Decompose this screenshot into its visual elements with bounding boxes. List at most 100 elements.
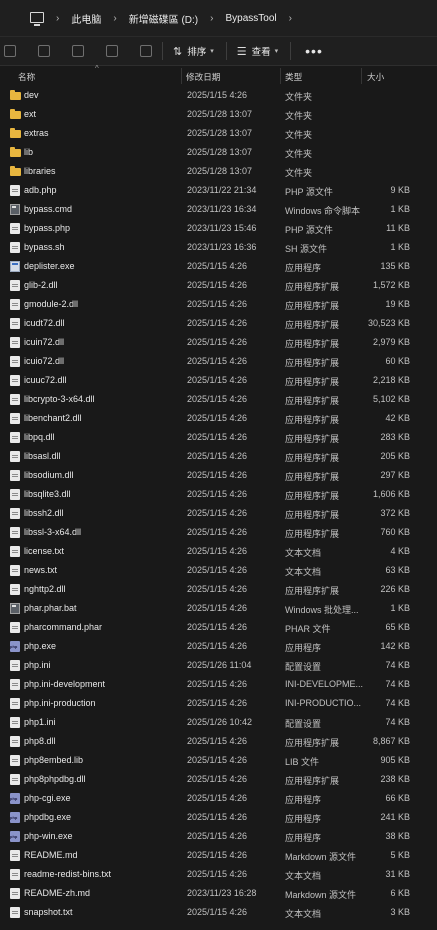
breadcrumb-this-pc[interactable]: 此电脑	[71, 11, 101, 26]
file-type: INI-DEVELOPME...	[285, 679, 364, 689]
file-row[interactable]: libcrypto-3-x64.dll 2025/1/15 4:26 应用程序扩展 5…	[0, 390, 437, 409]
column-header-date[interactable]: 修改日期	[186, 71, 220, 83]
file-row[interactable]: ext 2025/1/28 13:07 文件夹	[0, 105, 437, 124]
file-size: 31 KB	[385, 869, 410, 879]
column-resize-handle[interactable]	[181, 68, 182, 84]
file-date: 2025/1/15 4:26	[187, 280, 248, 290]
column-resize-handle[interactable]	[280, 68, 281, 84]
file-size: 372 KB	[380, 508, 410, 518]
file-row[interactable]: libsodium.dll 2025/1/15 4:26 应用程序扩展 297 KB	[0, 466, 437, 485]
file-row[interactable]: php8.dll 2025/1/15 4:26 应用程序扩展 8,867 KB	[0, 732, 437, 751]
file-row[interactable]: pharcommand.phar 2025/1/15 4:26 PHAR 文件 65 …	[0, 618, 437, 637]
file-row[interactable]: libssh2.dll 2025/1/15 4:26 应用程序扩展 372 KB	[0, 504, 437, 523]
file-date: 2025/1/28 13:07	[187, 109, 253, 119]
chevron-right-icon[interactable]: ›	[113, 13, 116, 24]
chevron-down-icon: ▾	[210, 48, 214, 55]
file-row[interactable]: icudt72.dll 2025/1/15 4:26 应用程序扩展 30,523 KB	[0, 314, 437, 333]
file-icon	[10, 660, 20, 671]
file-row[interactable]: libenchant2.dll 2025/1/15 4:26 应用程序扩展 42 KB	[0, 409, 437, 428]
file-row[interactable]: readme-redist-bins.txt 2025/1/15 4:26 文本文档…	[0, 865, 437, 884]
file-row[interactable]: adb.php 2023/11/22 21:34 PHP 源文件 9 KB	[0, 181, 437, 200]
file-icon	[10, 394, 20, 405]
file-row[interactable]: php.ini-development 2025/1/15 4:26 INI-DEV…	[0, 675, 437, 694]
share-icon[interactable]	[106, 45, 118, 57]
file-row[interactable]: snapshot.txt 2025/1/15 4:26 文本文档 3 KB	[0, 903, 437, 922]
sort-button[interactable]: ⇅ 排序 ▾	[173, 44, 214, 59]
file-type: 应用程序扩展	[285, 377, 340, 387]
file-row[interactable]: dev 2025/1/15 4:26 文件夹	[0, 86, 437, 105]
file-date: 2025/1/15 4:26	[187, 470, 248, 480]
file-row[interactable]: bypass.cmd 2023/11/23 16:34 Windows 命令脚本 1 …	[0, 200, 437, 219]
file-type: 文件夹	[285, 168, 313, 178]
file-row[interactable]: php.ini 2025/1/26 11:04 配置设置 74 KB	[0, 656, 437, 675]
file-name: license.txt	[24, 546, 65, 556]
file-row[interactable]: gmodule-2.dll 2025/1/15 4:26 应用程序扩展 19 KB	[0, 295, 437, 314]
file-row[interactable]: icuio72.dll 2025/1/15 4:26 应用程序扩展 60 KB	[0, 352, 437, 371]
file-type: 文件夹	[285, 92, 313, 102]
file-row[interactable]: deplister.exe 2025/1/15 4:26 应用程序 135 KB	[0, 257, 437, 276]
file-icon	[10, 280, 20, 291]
rename-icon[interactable]	[72, 45, 84, 57]
file-row[interactable]: icuin72.dll 2025/1/15 4:26 应用程序扩展 2,979 KB	[0, 333, 437, 352]
file-type: Markdown 源文件	[285, 852, 357, 862]
file-row[interactable]: php.exe 2025/1/15 4:26 应用程序 142 KB	[0, 637, 437, 656]
chevron-right-icon[interactable]: ›	[56, 13, 59, 24]
file-type: 文件夹	[285, 111, 313, 121]
file-name: libsasl.dll	[24, 451, 61, 461]
file-row[interactable]: lib 2025/1/28 13:07 文件夹	[0, 143, 437, 162]
file-list: dev 2025/1/15 4:26 文件夹 ext 2025/1/28 13:07 文件…	[0, 86, 437, 922]
file-row[interactable]: libssl-3-x64.dll 2025/1/15 4:26 应用程序扩展 760 …	[0, 523, 437, 542]
file-row[interactable]: glib-2.dll 2025/1/15 4:26 应用程序扩展 1,572 KB	[0, 276, 437, 295]
file-name: README.md	[24, 850, 78, 860]
file-row[interactable]: libsasl.dll 2025/1/15 4:26 应用程序扩展 205 KB	[0, 447, 437, 466]
breadcrumb-bypasstool[interactable]: BypassTool	[225, 13, 276, 24]
more-options-button[interactable]: •••	[305, 43, 323, 59]
file-row[interactable]: php8phpdbg.dll 2025/1/15 4:26 应用程序扩展 238 KB	[0, 770, 437, 789]
delete-icon[interactable]	[140, 45, 152, 57]
file-type: 应用程序	[285, 814, 322, 824]
column-header-name[interactable]: 名称	[18, 71, 35, 83]
column-header-type[interactable]: 类型	[285, 71, 302, 83]
file-icon	[10, 850, 20, 861]
column-header-size[interactable]: 大小	[367, 71, 384, 83]
sort-icon: ⇅	[173, 45, 183, 58]
file-name: php-cgi.exe	[24, 793, 71, 803]
file-row[interactable]: news.txt 2025/1/15 4:26 文本文档 63 KB	[0, 561, 437, 580]
file-row[interactable]: license.txt 2025/1/15 4:26 文本文档 4 KB	[0, 542, 437, 561]
file-row[interactable]: php1.ini 2025/1/26 10:42 配置设置 74 KB	[0, 713, 437, 732]
file-size: 135 KB	[380, 261, 410, 271]
this-pc-icon[interactable]	[30, 11, 44, 26]
copy-icon[interactable]	[4, 45, 16, 57]
file-size: 905 KB	[380, 755, 410, 765]
paste-icon[interactable]	[38, 45, 50, 57]
file-icon	[10, 223, 20, 234]
file-row[interactable]: extras 2025/1/28 13:07 文件夹	[0, 124, 437, 143]
toolbar-divider	[290, 42, 292, 60]
column-resize-handle[interactable]	[361, 68, 362, 84]
file-row[interactable]: phar.phar.bat 2025/1/15 4:26 Windows 批处理..…	[0, 599, 437, 618]
view-button[interactable]: ☰ 查看 ▾	[237, 44, 278, 59]
file-row[interactable]: nghttp2.dll 2025/1/15 4:26 应用程序扩展 226 KB	[0, 580, 437, 599]
file-row[interactable]: phpdbg.exe 2025/1/15 4:26 应用程序 241 KB	[0, 808, 437, 827]
file-name: php-win.exe	[24, 831, 73, 841]
file-row[interactable]: bypass.sh 2023/11/23 16:36 SH 源文件 1 KB	[0, 238, 437, 257]
file-row[interactable]: php.ini-production 2025/1/15 4:26 INI-PROD…	[0, 694, 437, 713]
file-row[interactable]: README.md 2025/1/15 4:26 Markdown 源文件 5 KB	[0, 846, 437, 865]
breadcrumb-drive-d[interactable]: 新增磁碟區 (D:)	[129, 11, 198, 26]
file-row[interactable]: README-zh.md 2023/11/23 16:28 Markdown 源文件…	[0, 884, 437, 903]
file-row[interactable]: libpq.dll 2025/1/15 4:26 应用程序扩展 283 KB	[0, 428, 437, 447]
file-row[interactable]: php8embed.lib 2025/1/15 4:26 LIB 文件 905 KB	[0, 751, 437, 770]
chevron-right-icon[interactable]: ›	[210, 13, 213, 24]
file-row[interactable]: php-cgi.exe 2025/1/15 4:26 应用程序 66 KB	[0, 789, 437, 808]
file-row[interactable]: bypass.php 2023/11/23 15:46 PHP 源文件 11 KB	[0, 219, 437, 238]
chevron-right-icon[interactable]: ›	[289, 13, 292, 24]
file-row[interactable]: libraries 2025/1/28 13:07 文件夹	[0, 162, 437, 181]
folder-icon	[10, 147, 21, 157]
address-bar[interactable]: › 此电脑 › 新增磁碟區 (D:) › BypassTool ›	[0, 0, 437, 36]
file-row[interactable]: libsqlite3.dll 2025/1/15 4:26 应用程序扩展 1,606 …	[0, 485, 437, 504]
file-row[interactable]: icuuc72.dll 2025/1/15 4:26 应用程序扩展 2,218 KB	[0, 371, 437, 390]
file-date: 2025/1/15 4:26	[187, 90, 248, 100]
file-row[interactable]: php-win.exe 2025/1/15 4:26 应用程序 38 KB	[0, 827, 437, 846]
file-date: 2025/1/15 4:26	[187, 527, 248, 537]
file-icon	[10, 907, 20, 918]
